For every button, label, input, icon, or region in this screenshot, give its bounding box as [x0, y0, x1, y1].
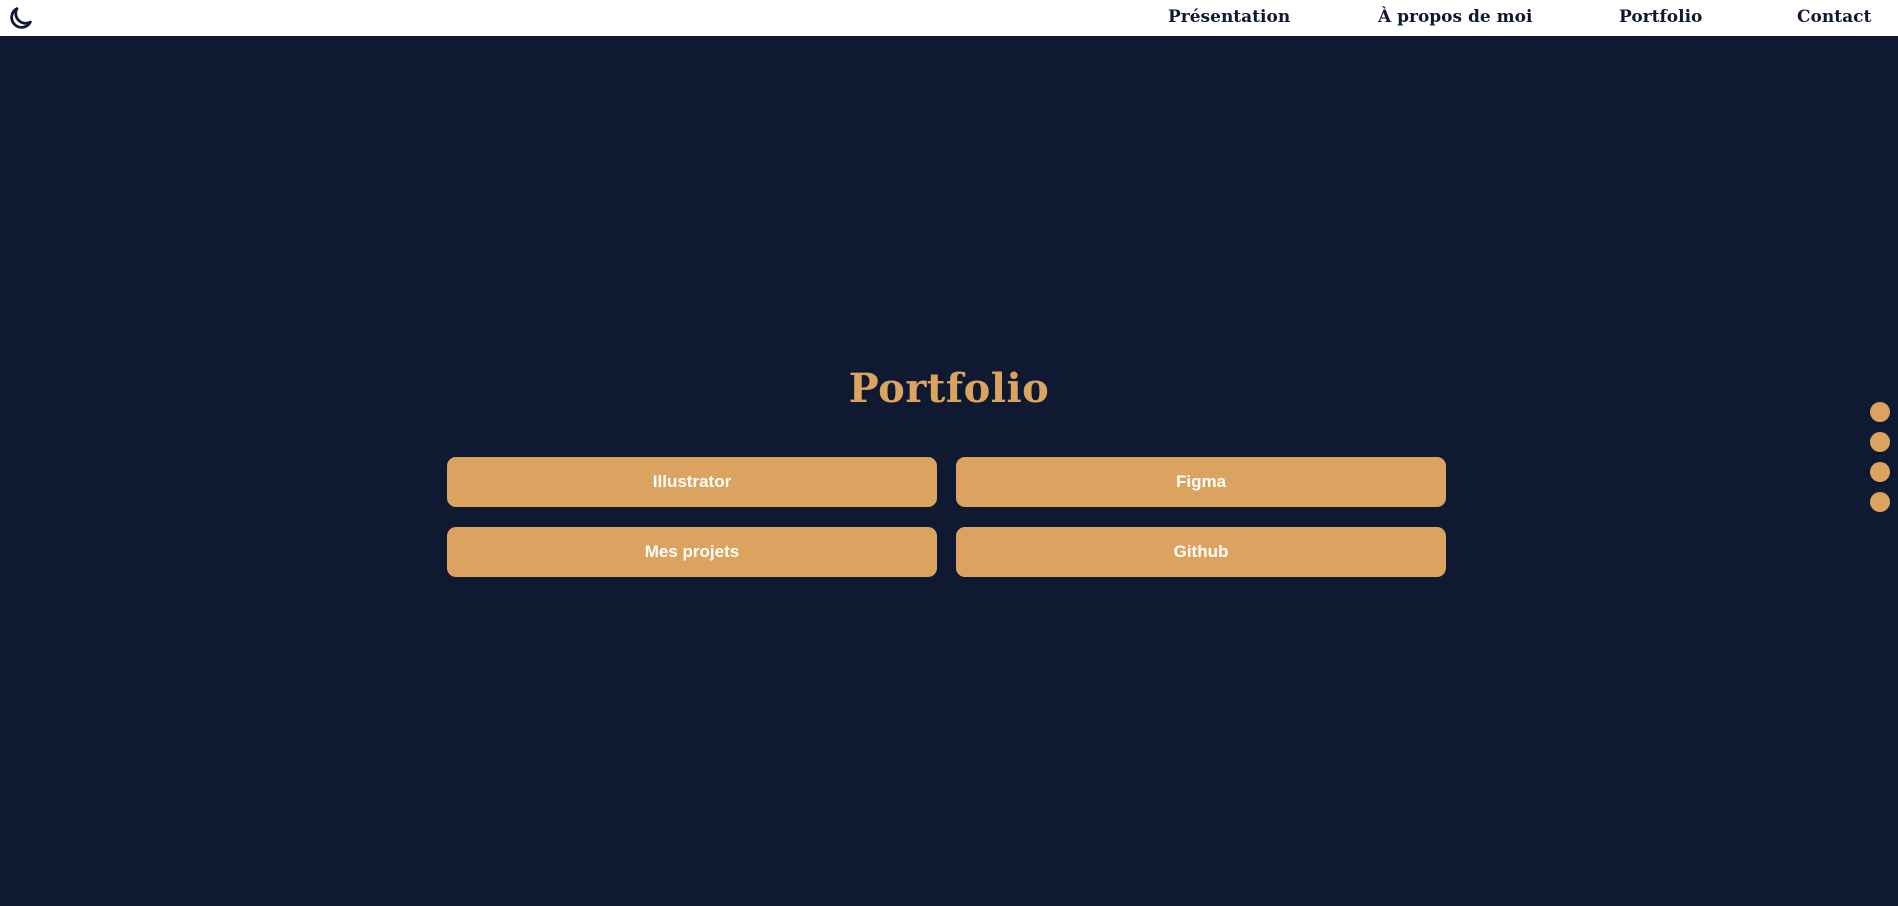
section-dot-4[interactable] — [1870, 492, 1890, 512]
portfolio-button-grid: Illustrator Figma Mes projets Github — [447, 457, 1446, 577]
theme-toggle-button[interactable] — [6, 3, 36, 33]
section-dot-3[interactable] — [1870, 462, 1890, 482]
section-dot-1[interactable] — [1870, 402, 1890, 422]
nav-link-about[interactable]: À propos de moi — [1378, 7, 1532, 27]
nav-link-presentation[interactable]: Présentation — [1168, 7, 1290, 27]
top-navbar: Présentation À propos de moi Portfolio C… — [0, 0, 1898, 36]
moon-icon — [10, 7, 32, 29]
figma-button[interactable]: Figma — [956, 457, 1446, 507]
my-projects-button[interactable]: Mes projets — [447, 527, 937, 577]
page-title: Portfolio — [848, 365, 1050, 412]
nav-link-portfolio[interactable]: Portfolio — [1619, 7, 1702, 27]
github-button[interactable]: Github — [956, 527, 1446, 577]
illustrator-button[interactable]: Illustrator — [447, 457, 937, 507]
section-dot-2[interactable] — [1870, 432, 1890, 452]
nav-link-contact[interactable]: Contact — [1797, 7, 1871, 27]
section-dots-nav — [1870, 402, 1890, 522]
